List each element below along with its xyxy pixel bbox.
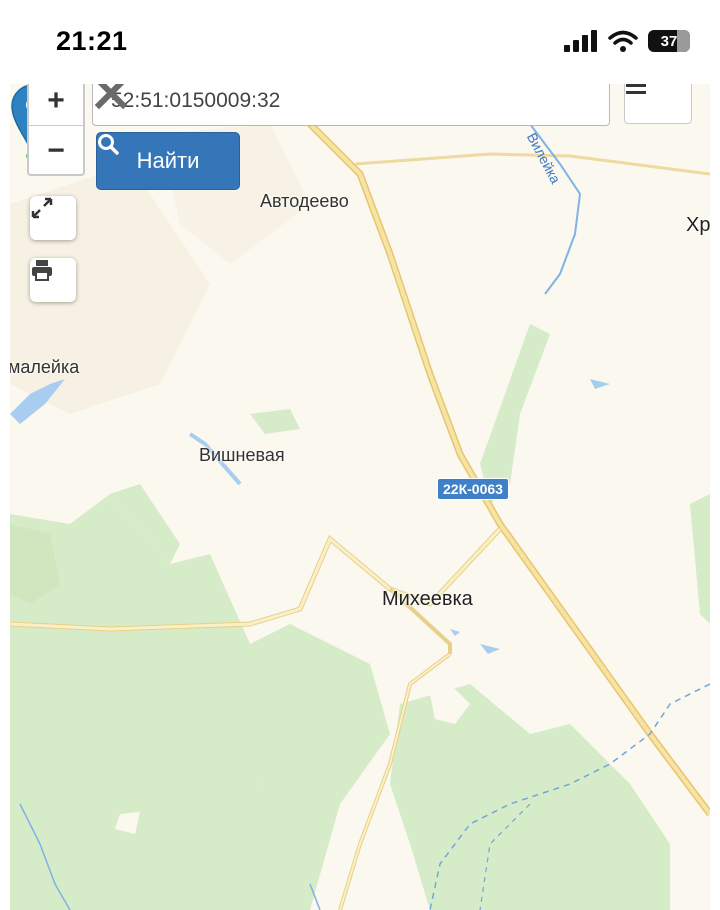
- status-time: 21:21: [56, 26, 128, 56]
- place-vishnevaya: Вишневая: [199, 445, 285, 465]
- map-view[interactable]: Автодеево малейка Вишневая Михеевка Хр В…: [10, 84, 710, 910]
- clear-icon[interactable]: [93, 84, 129, 111]
- print-button[interactable]: [30, 258, 76, 302]
- status-bar: 21:21 37: [0, 0, 720, 84]
- zoom-out-button[interactable]: −: [29, 125, 83, 175]
- place-mikheevka: Михеевка: [382, 588, 473, 610]
- map-tiles: [10, 121, 710, 910]
- road-badge: 22К-0063: [437, 478, 509, 500]
- cadastral-search-input[interactable]: [109, 85, 553, 117]
- battery-level: 37: [660, 32, 678, 50]
- signal-icon: [564, 30, 597, 52]
- battery-icon: 37: [648, 30, 690, 52]
- search-box: [92, 84, 610, 126]
- menu-icon: [626, 84, 646, 94]
- find-button-label: Найти: [136, 148, 200, 173]
- find-button[interactable]: Найти: [96, 132, 240, 190]
- search-icon: [98, 134, 119, 155]
- fullscreen-button[interactable]: [30, 196, 76, 240]
- status-icons: 37: [564, 30, 690, 52]
- wifi-icon: [608, 30, 638, 52]
- layers-menu-button[interactable]: [624, 84, 692, 124]
- place-khr: Хр: [686, 214, 710, 236]
- zoom-in-button[interactable]: +: [29, 84, 83, 125]
- print-icon: [32, 260, 52, 281]
- zoom-control: + −: [27, 84, 85, 176]
- place-maleyka: малейка: [10, 357, 80, 377]
- place-avtodeevo: Автодеево: [260, 191, 349, 211]
- fullscreen-icon: [31, 197, 53, 219]
